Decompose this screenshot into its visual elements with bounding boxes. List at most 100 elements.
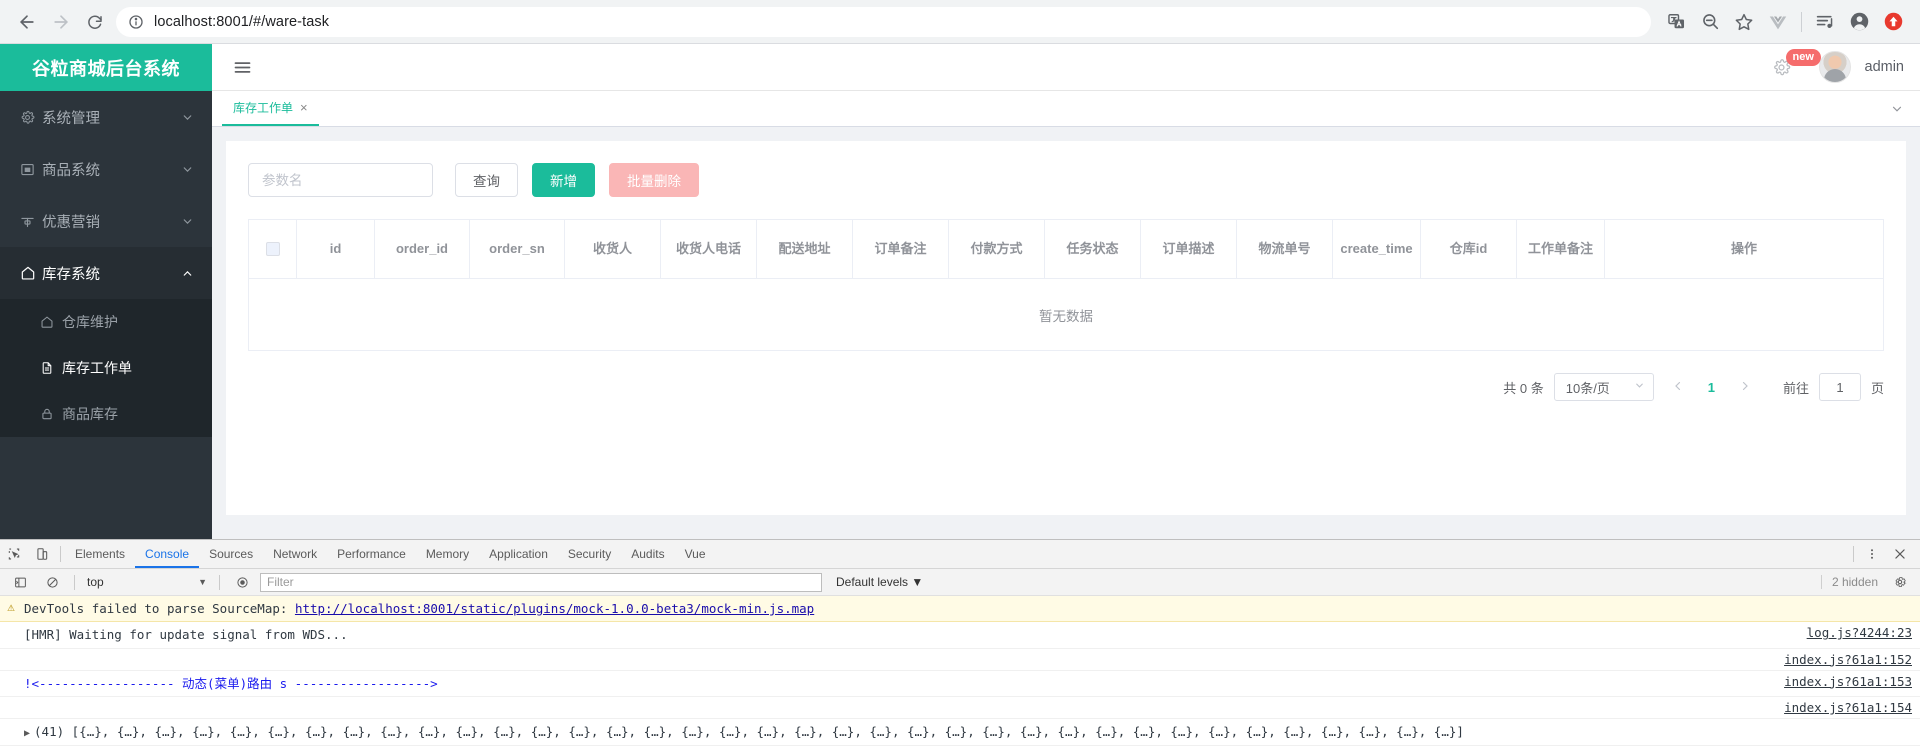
devtools-tabbar: Elements Console Sources Network Perform…	[0, 540, 1920, 569]
tab-inventory-workorder[interactable]: 库存工作单 ×	[222, 91, 319, 126]
table-header-label: order_id	[395, 240, 448, 256]
hamburger-menu-icon[interactable]	[228, 53, 257, 82]
console-filter-input[interactable]	[260, 572, 822, 592]
update-arrow-icon[interactable]	[1876, 5, 1910, 39]
page-content: 查询 新增 批量删除 id order_id order_sn 收货人 收货人电话 配送地…	[212, 127, 1920, 539]
devtools-tab-network[interactable]: Network	[263, 540, 327, 568]
translate-icon[interactable]	[1659, 5, 1693, 39]
console-source-link[interactable]: log.js?4244:23	[1793, 625, 1912, 640]
table-header-label: 操作	[1730, 240, 1757, 256]
chevron-down-icon[interactable]	[1874, 91, 1920, 126]
table-header-label: create_time	[1340, 240, 1413, 256]
console-array-preview: (41) [{…}, {…}, {…}, {…}, {…}, {…}, {…},…	[34, 724, 1464, 740]
table-header-checkbox	[249, 220, 297, 278]
devtools-tab-security[interactable]: Security	[558, 540, 621, 568]
bookmark-star-icon[interactable]	[1727, 5, 1761, 39]
console-message: ▶ (41) [{…}, {…}, {…}, {…}, {…}, {…}, {…}…	[0, 719, 1920, 746]
sidebar-item-system-management[interactable]: 系统管理	[0, 91, 212, 143]
devtools-tab-sources[interactable]: Sources	[199, 540, 263, 568]
table-header-payment_way: 付款方式	[949, 220, 1045, 278]
close-icon[interactable]: ×	[300, 100, 308, 115]
close-icon[interactable]	[1886, 547, 1914, 561]
reload-button[interactable]	[78, 5, 112, 39]
divider	[219, 574, 220, 590]
sidebar-item-inventory-workorder[interactable]: 库存工作单	[0, 345, 212, 391]
table-header-order_comment: 订单备注	[853, 220, 949, 278]
sidebar-item-inventory-system[interactable]: 库存系统	[0, 247, 212, 299]
settings-control[interactable]: new	[1772, 48, 1821, 77]
devtools-tab-performance[interactable]: Performance	[327, 540, 416, 568]
inspect-element-icon[interactable]	[0, 540, 28, 568]
new-badge: new	[1785, 48, 1821, 66]
console-sidebar-icon[interactable]	[6, 576, 34, 589]
devtools-tabbar-right	[1849, 540, 1920, 568]
tab-label: 库存工作单	[233, 101, 294, 115]
live-expression-icon[interactable]	[228, 576, 256, 589]
console-levels-label: Default levels	[836, 575, 909, 589]
console-context-select[interactable]: top ▼	[83, 573, 211, 592]
sidebar-subitem-label: 商品库存	[62, 406, 118, 422]
table-header-order_id: order_id	[375, 220, 470, 278]
console-message-text: DevTools failed to parse SourceMap: http…	[22, 599, 1912, 618]
page-number-1[interactable]: 1	[1702, 380, 1721, 395]
gear-icon	[20, 110, 42, 125]
page-size-select[interactable]: 10条/页	[1553, 373, 1654, 401]
batch-delete-button[interactable]: 批量删除	[609, 163, 699, 197]
console-text: !<------------------ 动态(菜单)路由 s --------…	[24, 675, 438, 691]
select-all-checkbox[interactable]	[265, 242, 280, 256]
devtools-tab-elements[interactable]: Elements	[65, 540, 135, 568]
back-button[interactable]	[10, 5, 44, 39]
hidden-messages-count: 2 hidden	[1820, 575, 1878, 589]
console-source-link[interactable]: index.js?61a1:153	[1770, 674, 1912, 689]
clear-console-icon[interactable]	[38, 576, 66, 589]
chevron-up-icon	[181, 267, 194, 280]
devtools-tab-application[interactable]: Application	[479, 540, 558, 568]
chevron-down-icon	[181, 163, 194, 176]
kebab-menu-icon[interactable]	[1858, 547, 1886, 561]
chevron-down-icon	[181, 215, 194, 228]
next-page-button[interactable]	[1731, 379, 1759, 395]
table-header-order_body: 订单描述	[1141, 220, 1237, 278]
devtools-tab-vue[interactable]: Vue	[675, 540, 716, 568]
expand-arrow-icon[interactable]: ▶	[24, 728, 34, 739]
main-area: new admin 库存工作单 × 查询 新	[212, 44, 1920, 539]
search-input[interactable]	[248, 163, 433, 197]
console-source-link[interactable]: index.js?61a1:154	[1770, 700, 1912, 715]
sidebar-item-promotion[interactable]: 优惠营销	[0, 195, 212, 247]
chevron-down-icon: ▼	[198, 577, 207, 587]
console-source-link[interactable]: index.js?61a1:152	[1770, 652, 1912, 667]
add-button[interactable]: 新增	[532, 163, 595, 197]
table-header-label: 收货人	[592, 240, 632, 256]
gear-icon[interactable]	[1886, 575, 1914, 589]
address-bar[interactable]: localhost:8001/#/ware-task	[116, 6, 1651, 37]
forward-button[interactable]	[44, 5, 78, 39]
media-playlist-icon[interactable]	[1808, 5, 1842, 39]
sidebar-item-product-system[interactable]: 商品系统	[0, 143, 212, 195]
sidebar-subitem-label: 仓库维护	[62, 314, 118, 330]
avatar[interactable]	[1818, 51, 1851, 83]
console-link[interactable]: http://localhost:8001/static/plugins/moc…	[295, 601, 814, 616]
vue-devtools-icon[interactable]	[1761, 5, 1795, 39]
devtools-tab-console[interactable]: Console	[135, 540, 199, 568]
devtools-tab-audits[interactable]: Audits	[621, 540, 674, 568]
page-size-label: 10条/页	[1565, 380, 1610, 396]
sidebar-item-product-stock[interactable]: 商品库存	[0, 391, 212, 437]
divider	[60, 546, 61, 562]
table-header-label: order_sn	[489, 240, 545, 256]
reload-icon	[88, 15, 102, 29]
console-output[interactable]: ⚠ DevTools failed to parse SourceMap: htt…	[0, 596, 1920, 755]
profile-avatar-icon[interactable]	[1842, 5, 1876, 39]
jump-page-input[interactable]	[1818, 373, 1861, 401]
console-filter-right: 2 hidden	[1820, 575, 1914, 589]
device-toolbar-icon[interactable]	[28, 540, 56, 568]
warning-icon: ⚠	[7, 599, 15, 614]
divider	[1853, 546, 1854, 562]
sidebar-item-warehouse-maintenance[interactable]: 仓库维护	[0, 299, 212, 345]
devtools-tab-memory[interactable]: Memory	[416, 540, 479, 568]
console-message-text: ▶ (41) [{…}, {…}, {…}, {…}, {…}, {…}, {…}…	[22, 722, 1912, 742]
query-button[interactable]: 查询	[455, 163, 518, 197]
info-circle-icon[interactable]	[128, 14, 144, 30]
console-levels-select[interactable]: Default levels ▼	[836, 575, 923, 589]
prev-page-button[interactable]	[1664, 379, 1692, 395]
zoom-out-icon[interactable]	[1693, 5, 1727, 39]
